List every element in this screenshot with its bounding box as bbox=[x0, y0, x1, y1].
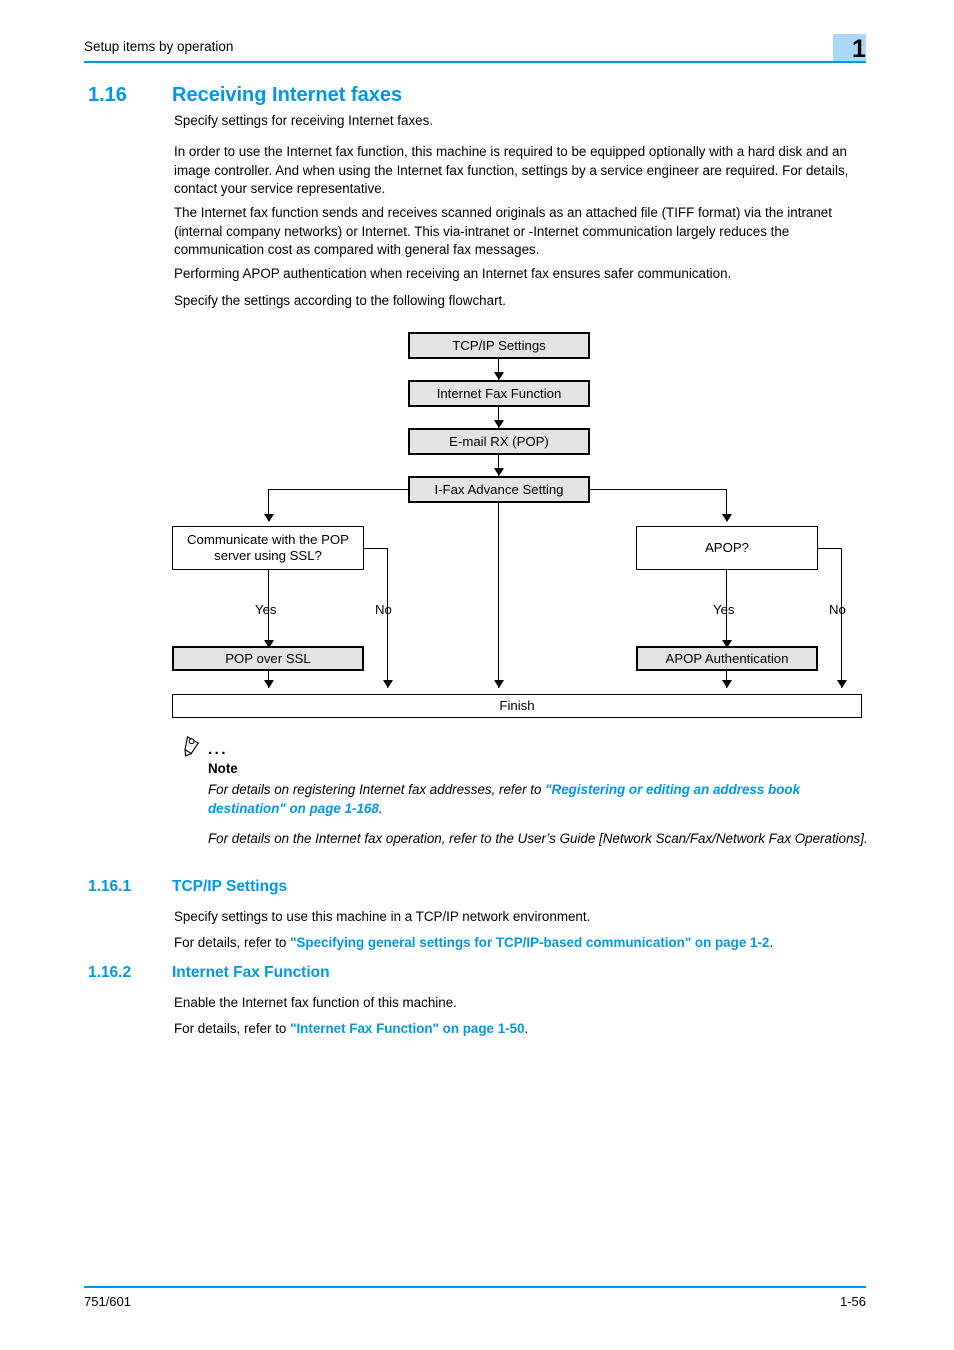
footer-divider bbox=[84, 1286, 866, 1289]
flow-box-label: TCP/IP Settings bbox=[452, 337, 546, 353]
flow-box-tcpip[interactable]: TCP/IP Settings bbox=[408, 332, 590, 359]
subsection-1-paragraph: Specify settings to use this machine in … bbox=[174, 909, 591, 924]
arrowhead-to-apop-decision bbox=[722, 514, 732, 522]
reference-prefix: For details, refer to bbox=[174, 1021, 291, 1036]
flow-label-ssl-no: No bbox=[375, 602, 392, 617]
flow-box-label: E-mail RX (POP) bbox=[449, 433, 549, 449]
flow-label-ssl-yes: Yes bbox=[255, 602, 277, 617]
connector-ssl-no-vertical bbox=[387, 548, 389, 688]
note-label: Note bbox=[208, 761, 238, 776]
note-paragraph-1-pre: For details on registering Internet fax … bbox=[208, 782, 546, 797]
footer-model: 751/601 bbox=[84, 1294, 131, 1309]
note-paragraph-2: For details on the Internet fax operatio… bbox=[208, 831, 868, 846]
footer-page-number: 1-56 bbox=[839, 1294, 866, 1309]
settings-flowchart: TCP/IP Settings Internet Fax Function E-… bbox=[0, 0, 954, 1350]
connector-ifax-branch-left bbox=[268, 489, 408, 491]
reference-suffix: . bbox=[769, 935, 774, 950]
flow-decision-label-line1: Communicate with the POP bbox=[187, 532, 349, 547]
flow-box-label: I-Fax Advance Setting bbox=[434, 481, 564, 497]
flow-box-label: Internet Fax Function bbox=[436, 385, 562, 401]
flow-box-pop-over-ssl[interactable]: POP over SSL bbox=[172, 646, 364, 671]
subsection-number: 1.16.2 bbox=[88, 964, 132, 981]
note-dots: ... bbox=[208, 741, 229, 758]
subsection-2-paragraph: Enable the Internet fax function of this… bbox=[174, 995, 457, 1010]
flow-box-email-rx-pop[interactable]: E-mail RX (POP) bbox=[408, 428, 590, 455]
flow-decision-apop[interactable]: APOP? bbox=[636, 526, 818, 570]
subsection-title: TCP/IP Settings bbox=[172, 878, 288, 895]
flow-box-internet-fax-function[interactable]: Internet Fax Function bbox=[408, 380, 590, 407]
reference-link-tcpip[interactable]: "Specifying general settings for TCP/IP-… bbox=[290, 935, 769, 950]
flow-box-label: Finish bbox=[499, 698, 535, 713]
flow-box-label: APOP Authentication bbox=[665, 650, 789, 666]
connector-apop-no-vertical bbox=[841, 548, 843, 688]
connector-ssl-no-horizontal bbox=[364, 548, 388, 550]
flow-box-ifax-advance-setting[interactable]: I-Fax Advance Setting bbox=[408, 476, 590, 503]
subsection-number: 1.16.1 bbox=[88, 878, 132, 895]
arrowhead-to-email-rx bbox=[494, 420, 504, 428]
reference-link-internet-fax[interactable]: "Internet Fax Function" on page 1-50 bbox=[290, 1021, 524, 1036]
subsection-1-reference: For details, refer to "Specifying genera… bbox=[174, 934, 866, 953]
flow-box-finish[interactable]: Finish bbox=[172, 694, 862, 718]
flow-decision-ssl[interactable]: Communicate with the POP server using SS… bbox=[172, 526, 364, 570]
subsection-2-reference: For details, refer to "Internet Fax Func… bbox=[174, 1020, 866, 1039]
note-paragraph-1: For details on registering Internet fax … bbox=[208, 781, 873, 818]
arrowhead-to-ifax-advance bbox=[494, 468, 504, 476]
flow-box-apop-authentication[interactable]: APOP Authentication bbox=[636, 646, 818, 671]
arrowhead-to-ifax-function bbox=[494, 372, 504, 380]
flow-label-apop-yes: Yes bbox=[713, 602, 735, 617]
arrowhead-apop-no-to-finish bbox=[837, 680, 847, 688]
flow-decision-label: APOP? bbox=[705, 540, 749, 555]
arrowhead-center-to-finish bbox=[494, 680, 504, 688]
arrowhead-to-ssl-decision bbox=[264, 514, 274, 522]
connector-ifax-to-finish bbox=[498, 503, 500, 688]
arrowhead-pop-ssl-to-finish bbox=[264, 680, 274, 688]
connector-apop-no-horizontal bbox=[818, 548, 842, 550]
arrowhead-apop-auth-to-finish bbox=[722, 680, 732, 688]
flow-label-apop-no: No bbox=[829, 602, 846, 617]
reference-suffix: . bbox=[524, 1021, 529, 1036]
arrowhead-ssl-no-to-finish bbox=[383, 680, 393, 688]
flow-decision-label-line2: server using SSL? bbox=[214, 548, 322, 563]
subsection-title: Internet Fax Function bbox=[172, 964, 330, 981]
flow-box-label: POP over SSL bbox=[225, 650, 311, 666]
note-paragraph-1-post: . bbox=[378, 800, 383, 816]
connector-ifax-branch-right bbox=[590, 489, 727, 491]
reference-prefix: For details, refer to bbox=[174, 935, 291, 950]
